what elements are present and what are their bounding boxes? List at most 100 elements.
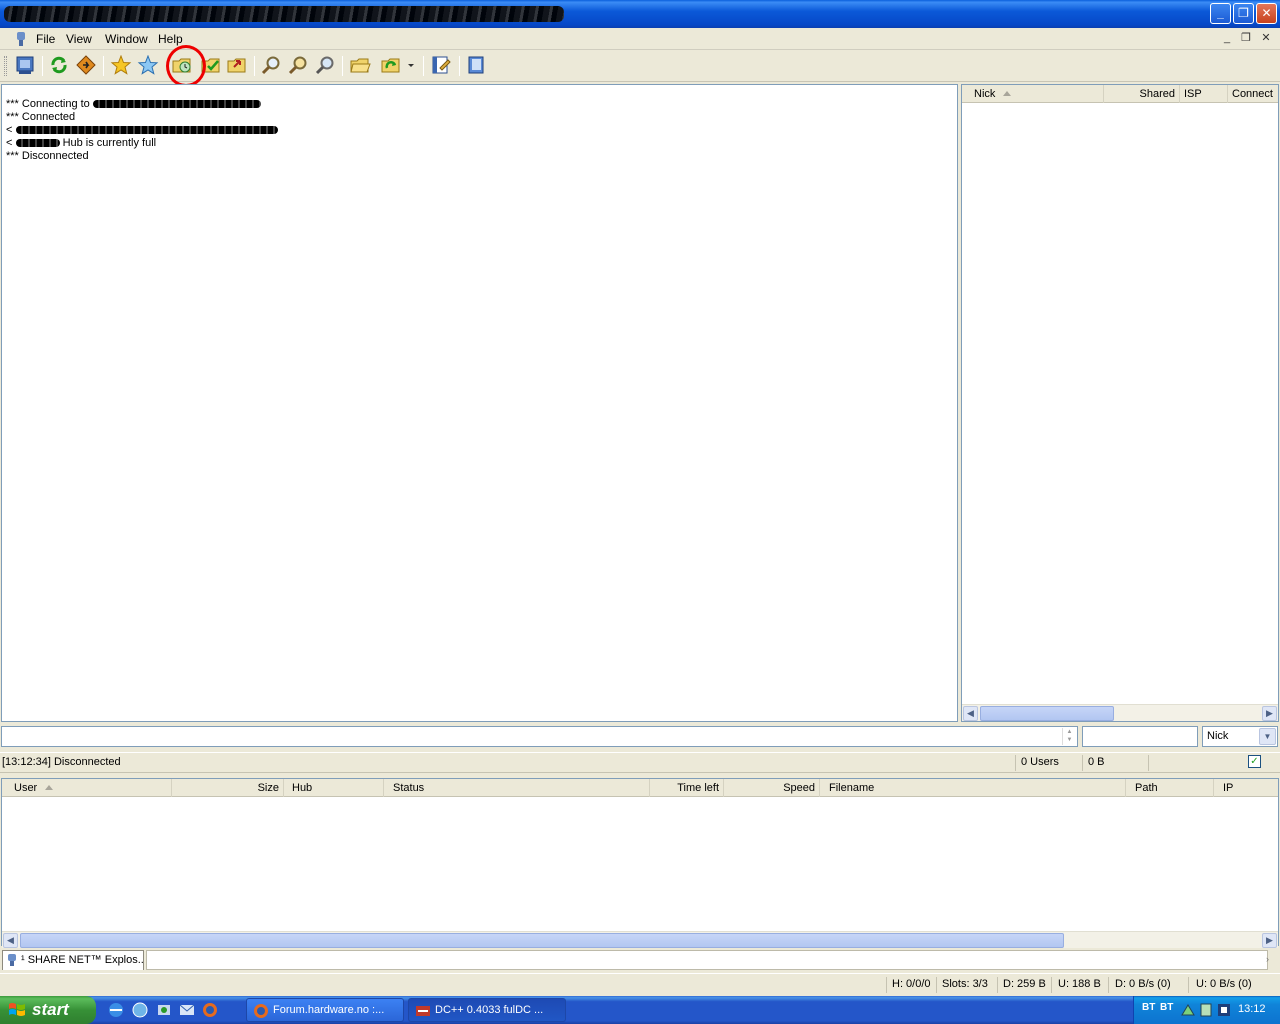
transfer-list-scrollbar[interactable]: ◀ ▶	[2, 931, 1278, 948]
open-file-list-icon[interactable]	[349, 55, 373, 77]
refresh-file-list-icon[interactable]	[380, 55, 404, 77]
column-shared[interactable]: Shared	[1104, 85, 1180, 103]
status-upload-speed: U: 0 B/s (0)	[1196, 978, 1252, 990]
menu-view[interactable]: View	[62, 31, 96, 47]
column-filename[interactable]: Filename	[820, 779, 1126, 797]
network-icon[interactable]	[1180, 1002, 1196, 1018]
column-time-left[interactable]: Time left	[650, 779, 724, 797]
clock[interactable]: 13:12	[1238, 1003, 1266, 1015]
status-divider	[1082, 755, 1083, 771]
column-isp[interactable]: ISP	[1180, 85, 1228, 103]
scroll-right-icon[interactable]: ▶	[1262, 933, 1277, 948]
toolbar-separator	[103, 56, 104, 76]
menu-window[interactable]: Window	[101, 31, 152, 47]
follow-redirect-icon[interactable]	[75, 55, 99, 77]
taskbar-button-firefox[interactable]: Forum.hardware.no :...	[246, 998, 404, 1022]
chevron-right-icon[interactable]: ›	[1266, 954, 1269, 964]
media-icon[interactable]	[131, 1001, 149, 1019]
windows-flag-icon	[9, 1003, 25, 1016]
scroll-left-icon[interactable]: ◀	[3, 933, 18, 948]
settings-icon[interactable]	[430, 55, 454, 77]
status-divider	[1188, 977, 1189, 993]
chevron-down-icon[interactable]: ▼	[1259, 728, 1276, 745]
column-hub[interactable]: Hub	[284, 779, 384, 797]
scroll-right-icon[interactable]: ▶	[1262, 706, 1277, 721]
scroll-left-icon[interactable]: ◀	[963, 706, 978, 721]
app-icon[interactable]	[14, 31, 28, 47]
chat-line: *** Connected	[6, 111, 76, 123]
user-filter-input[interactable]	[1082, 726, 1198, 747]
redacted-window-title	[4, 6, 564, 22]
toolbar-separator	[42, 56, 43, 76]
maximize-button[interactable]: ❐	[1233, 3, 1254, 24]
chevron-down-icon[interactable]	[405, 55, 417, 77]
toolbar-grip[interactable]	[4, 56, 7, 76]
chat-line: *** Disconnected	[6, 150, 89, 162]
ie-icon[interactable]	[107, 1001, 125, 1019]
outlook-icon[interactable]	[178, 1001, 196, 1019]
status-hubs: H: 0/0/0	[892, 978, 931, 990]
column-status[interactable]: Status	[384, 779, 650, 797]
column-ip[interactable]: IP	[1214, 779, 1278, 797]
scrollbar-thumb[interactable]	[20, 933, 1064, 948]
firefox-icon[interactable]	[201, 1001, 219, 1019]
menu-file[interactable]: File	[32, 31, 59, 47]
tab-hub[interactable]: ¹ SHARE NET™ Explos...	[2, 950, 144, 970]
column-speed[interactable]: Speed	[724, 779, 820, 797]
tab-strip	[146, 950, 1268, 970]
status-divider	[1015, 755, 1016, 771]
status-uploaded: U: 188 B	[1058, 978, 1101, 990]
chat-line: *** Connecting to	[6, 98, 261, 110]
search-spy-icon[interactable]	[314, 55, 338, 77]
sort-ascending-icon	[45, 785, 54, 790]
search-icon[interactable]	[260, 55, 284, 77]
favorite-hubs-icon[interactable]	[110, 54, 134, 77]
chat-line: < Hub is currently full	[6, 137, 157, 149]
dcpp-tray-icon[interactable]	[1216, 1002, 1232, 1018]
user-list[interactable]: Nick Shared ISP Connect ◀ ▶	[961, 84, 1279, 722]
column-nick[interactable]: Nick	[962, 85, 1104, 103]
notepad-icon[interactable]	[465, 55, 489, 77]
mdi-restore-button[interactable]: ❐	[1238, 31, 1254, 45]
finished-downloads-icon[interactable]	[226, 55, 250, 77]
tray-bt-icon[interactable]: BT	[1142, 1002, 1155, 1013]
mdi-close-button[interactable]: ✕	[1258, 31, 1274, 45]
status-slots: Slots: 3/3	[942, 978, 988, 990]
firefox-icon	[254, 1004, 268, 1018]
column-path[interactable]: Path	[1126, 779, 1214, 797]
column-user[interactable]: User	[2, 779, 172, 797]
taskbar-button-dcpp[interactable]: DC++ 0.4033 fulDC ...	[408, 998, 566, 1022]
status-divider	[1108, 977, 1109, 993]
tray-bt-icon[interactable]: BT	[1160, 1002, 1173, 1013]
antivirus-icon[interactable]	[1198, 1002, 1214, 1018]
toolbar-separator	[254, 56, 255, 76]
public-hubs-icon[interactable]	[14, 55, 38, 77]
chat-log[interactable]: *** Connecting to *** Connected < < Hub …	[1, 84, 958, 722]
column-connection[interactable]: Connect	[1228, 85, 1278, 103]
transfer-list[interactable]: User Size Hub Status Time left Speed Fil…	[1, 778, 1279, 948]
filter-type-select[interactable]: Nick ▼	[1202, 726, 1278, 747]
adl-search-icon[interactable]	[287, 55, 311, 77]
user-list-scrollbar[interactable]: ◀ ▶	[962, 704, 1278, 721]
reconnect-icon[interactable]	[48, 55, 72, 77]
window-titlebar: _ ❐ ✕	[0, 0, 1280, 28]
status-download-speed: D: 0 B/s (0)	[1115, 978, 1171, 990]
close-button[interactable]: ✕	[1256, 3, 1277, 24]
start-button[interactable]: start	[0, 996, 96, 1024]
column-size[interactable]: Size	[172, 779, 284, 797]
status-divider	[936, 977, 937, 993]
dcpp-icon	[416, 1006, 430, 1016]
show-userlist-checkbox[interactable]: ✓	[1248, 755, 1261, 768]
toolbar-separator	[459, 56, 460, 76]
filter-type-value: Nick	[1207, 730, 1229, 742]
minimize-button[interactable]: _	[1210, 3, 1231, 24]
chat-line: <	[6, 124, 278, 136]
messenger-icon[interactable]	[155, 1001, 173, 1019]
input-resize-stepper[interactable]: ▲ ▼	[1062, 728, 1076, 745]
highlight-circle	[166, 45, 206, 87]
scrollbar-thumb[interactable]	[980, 706, 1114, 721]
favorite-users-icon[interactable]	[137, 54, 161, 77]
chat-message-input[interactable]: ▲ ▼	[1, 726, 1078, 747]
taskbar: start Forum.hardware.no :... DC++ 0.4033…	[0, 996, 1280, 1024]
mdi-minimize-button[interactable]: _	[1219, 31, 1235, 45]
